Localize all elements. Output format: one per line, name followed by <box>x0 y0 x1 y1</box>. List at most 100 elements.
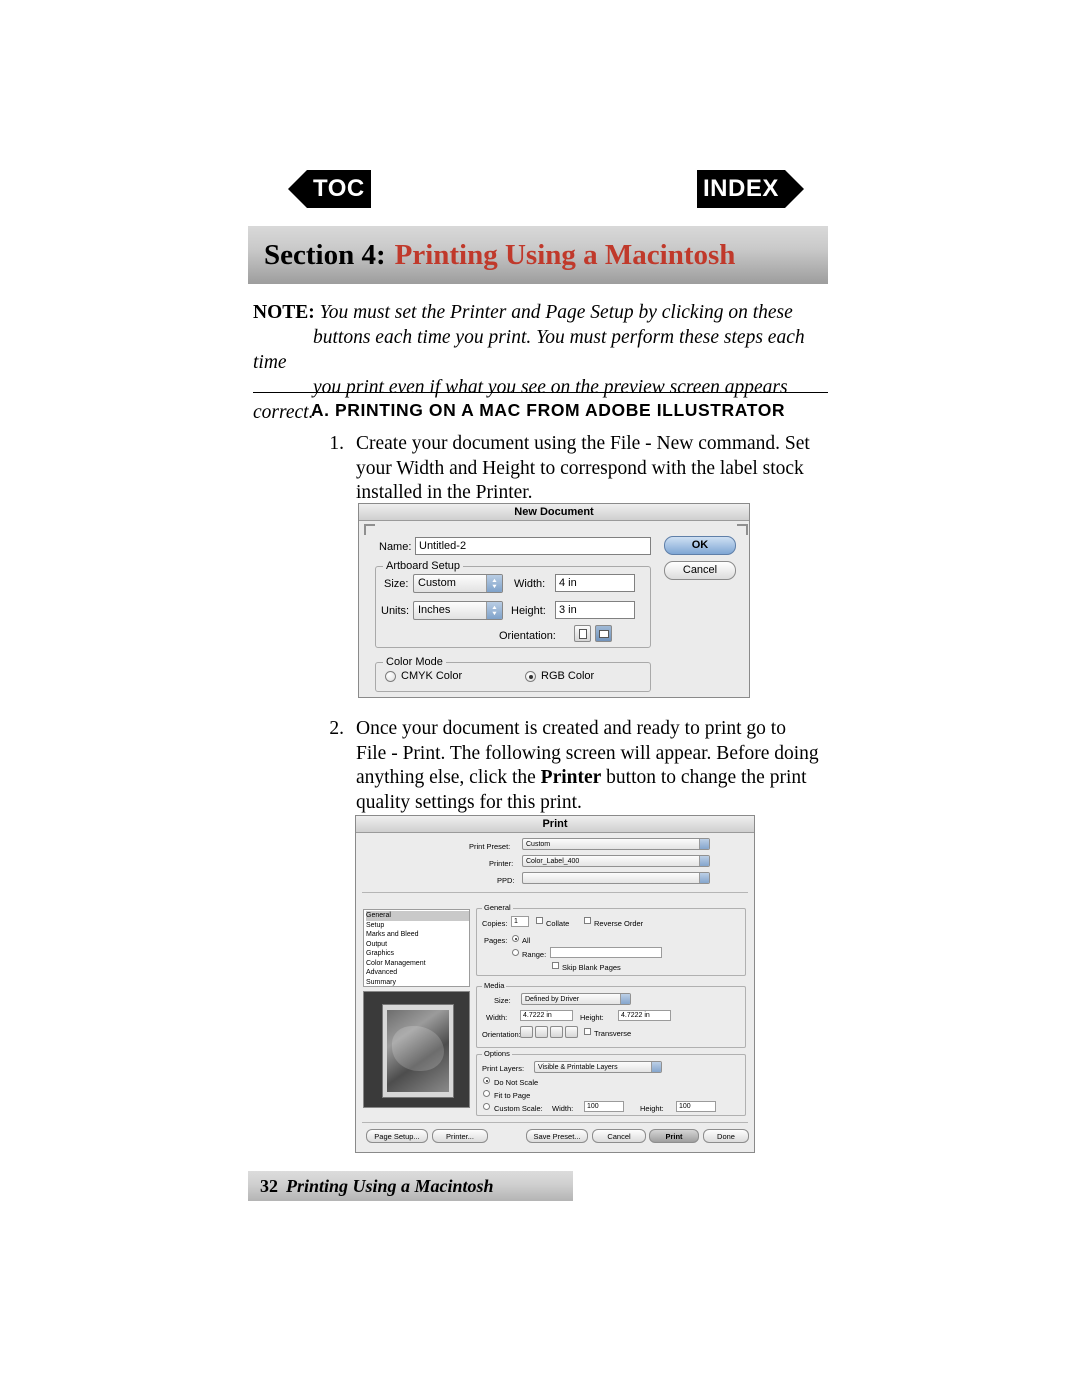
index-button[interactable]: INDEX <box>697 170 804 208</box>
orientation-portrait-button[interactable] <box>574 625 591 642</box>
footer-text: Printing Using a Macintosh <box>286 1175 494 1196</box>
toc-button[interactable]: TOC <box>288 170 371 208</box>
preview-page <box>382 1004 454 1098</box>
print-category-list[interactable]: General Setup Marks and Bleed Output Gra… <box>363 909 470 987</box>
ppd-select[interactable] <box>522 872 710 884</box>
height-input[interactable]: 3 in <box>555 601 635 619</box>
print-layers-label: Print Layers: <box>482 1064 525 1073</box>
list-item[interactable]: Marks and Bleed <box>366 930 469 940</box>
pages-all-radio[interactable] <box>512 935 519 942</box>
ppd-label: PPD: <box>497 876 515 885</box>
reverse-order-label: Reverse Order <box>594 919 644 928</box>
print-dialog-title: Print <box>356 816 754 833</box>
list-item[interactable]: Advanced <box>366 968 469 978</box>
skip-blank-pages-checkbox[interactable] <box>552 962 559 969</box>
chevron-updown-icon: ▲ ▼ <box>486 575 502 592</box>
step-2-line-1: Once your document is created and ready … <box>356 718 786 739</box>
print-button[interactable]: Print <box>649 1129 699 1143</box>
orientation-landscape-button[interactable] <box>595 625 612 642</box>
custom-scale-width-input[interactable]: 100 <box>584 1101 624 1112</box>
save-preset-button[interactable]: Save Preset... <box>526 1129 588 1143</box>
do-not-scale-label: Do Not Scale <box>494 1078 539 1087</box>
note-line-1: You must set the Printer and Page Setup … <box>319 302 793 323</box>
list-item[interactable]: Setup <box>366 921 469 931</box>
units-label: Units: <box>381 605 410 617</box>
custom-scale-height-input[interactable]: 100 <box>676 1101 716 1112</box>
printer-label: Printer: <box>489 859 514 868</box>
media-size-value: Defined by Driver <box>525 996 580 1003</box>
print-layers-select[interactable]: Visible & Printable Layers <box>534 1061 662 1073</box>
custom-scale-label: Custom Scale: <box>494 1104 543 1113</box>
width-label: Width: <box>514 578 546 590</box>
color-mode-label: Color Mode <box>383 656 446 668</box>
rgb-radio[interactable] <box>525 671 536 682</box>
page-number: 32 <box>260 1175 278 1196</box>
name-input[interactable]: Untitled-2 <box>415 537 651 555</box>
divider <box>253 392 828 393</box>
arrow-left-icon <box>288 170 307 208</box>
list-item[interactable]: Summary <box>366 978 469 988</box>
transverse-checkbox[interactable] <box>584 1028 591 1035</box>
step-1-line-2: your Width and Height to correspond with… <box>356 457 804 479</box>
index-label: INDEX <box>697 170 785 208</box>
media-orientation-2-button[interactable] <box>535 1026 548 1038</box>
section-banner: Section 4: Printing Using a Macintosh <box>248 226 828 284</box>
units-select[interactable]: Inches ▲ ▼ <box>413 601 503 620</box>
media-orientation-3-button[interactable] <box>550 1026 563 1038</box>
step-1: 1. Create your document using the File -… <box>318 432 838 506</box>
media-size-label: Size: <box>494 996 511 1005</box>
fit-to-page-radio[interactable] <box>483 1090 490 1097</box>
copies-input[interactable]: 1 <box>511 916 529 927</box>
media-group-label: Media <box>482 981 507 990</box>
page-setup-button[interactable]: Page Setup... <box>366 1129 428 1143</box>
print-layers-value: Visible & Printable Layers <box>538 1064 618 1071</box>
cancel-button[interactable]: Cancel <box>664 561 736 580</box>
corner-mark-icon <box>364 524 375 535</box>
list-item[interactable]: Output <box>366 940 469 950</box>
new-document-dialog: New Document Name: Untitled-2 OK Cancel … <box>358 503 750 698</box>
print-preset-select[interactable]: Custom <box>522 838 710 850</box>
cmyk-label: CMYK Color <box>401 670 463 682</box>
media-orientation-4-button[interactable] <box>565 1026 578 1038</box>
name-label: Name: <box>379 541 412 553</box>
media-height-input[interactable]: 4.7222 in <box>618 1010 671 1021</box>
list-item[interactable]: Color Management <box>366 959 469 969</box>
step-2-line-3a: anything else, click the <box>356 767 541 788</box>
printer-select[interactable]: Color_Label_400 <box>522 855 710 867</box>
collate-checkbox[interactable] <box>536 917 543 924</box>
media-width-input[interactable]: 4.7222 in <box>520 1010 573 1021</box>
pages-range-input[interactable] <box>550 947 662 958</box>
cmyk-radio[interactable] <box>385 671 396 682</box>
custom-scale-radio[interactable] <box>483 1103 490 1110</box>
done-button[interactable]: Done <box>703 1129 749 1143</box>
rgb-label: RGB Color <box>541 670 595 682</box>
pages-range-radio[interactable] <box>512 949 519 956</box>
chevron-updown-icon: ▲ ▼ <box>486 602 502 619</box>
list-item[interactable]: Graphics <box>366 949 469 959</box>
list-item[interactable]: General <box>366 911 469 921</box>
print-preset-value: Custom <box>526 841 551 848</box>
media-size-select[interactable]: Defined by Driver <box>521 993 631 1005</box>
page-footer: 32 Printing Using a Macintosh <box>248 1171 573 1201</box>
reverse-order-checkbox[interactable] <box>584 917 591 924</box>
width-input[interactable]: 4 in <box>555 574 635 592</box>
size-select[interactable]: Custom ▲ ▼ <box>413 574 503 593</box>
ok-button[interactable]: OK <box>664 536 736 555</box>
section-title: Printing Using a Macintosh <box>394 238 736 271</box>
orientation-label: Orientation: <box>499 630 556 642</box>
step-1-line-1: Create your document using the File - Ne… <box>356 433 810 454</box>
printer-button[interactable]: Printer... <box>432 1129 488 1143</box>
media-orientation-1-button[interactable] <box>520 1026 533 1038</box>
cancel-button[interactable]: Cancel <box>592 1129 646 1143</box>
custom-scale-width-label: Width: <box>552 1104 574 1113</box>
height-label: Height: <box>511 605 546 617</box>
pages-all-label: All <box>522 936 531 945</box>
step-2-line-2: File - Print. The following screen will … <box>356 742 819 764</box>
pages-range-label: Range: <box>522 950 547 959</box>
step-2-line-4: quality settings for this print. <box>356 791 582 813</box>
options-group-label: Options <box>482 1049 512 1058</box>
arrow-right-icon <box>784 170 804 208</box>
do-not-scale-radio[interactable] <box>483 1077 490 1084</box>
general-group-label: General <box>482 903 513 912</box>
chevron-updown-icon <box>699 873 709 883</box>
